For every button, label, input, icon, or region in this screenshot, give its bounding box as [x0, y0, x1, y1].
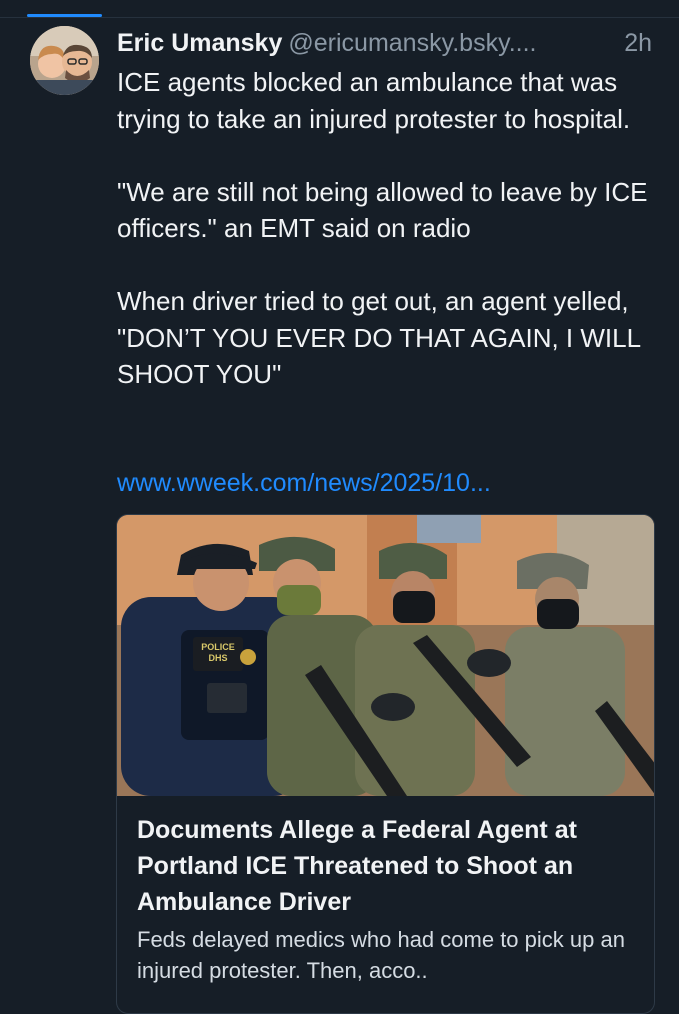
patch-text-dhs: DHS — [208, 653, 227, 663]
card-description: Feds delayed medics who had come to pick… — [137, 927, 625, 983]
author-handle[interactable]: @ericumansky.bsky.... — [288, 29, 536, 57]
external-link[interactable]: www.wweek.com/news/2025/10... — [117, 466, 491, 500]
active-tab-indicator — [27, 14, 102, 17]
post-header: Eric Umansky @ericumansky.bsky.... 2h — [117, 28, 662, 58]
card-image[interactable]: POLICE DHS — [117, 515, 654, 796]
post-text: ICE agents blocked an ambulance that was… — [117, 67, 648, 389]
author-name[interactable]: Eric Umansky — [117, 29, 282, 57]
top-divider — [0, 17, 679, 18]
avatar[interactable] — [30, 26, 99, 95]
link-preview-card[interactable]: POLICE DHS Documents Allege a Federal Ag… — [116, 514, 655, 1014]
avatar-image — [30, 26, 99, 95]
post-timestamp[interactable]: 2h — [624, 28, 652, 58]
post: Eric Umansky @ericumansky.bsky.... 2h ICE… — [0, 0, 679, 1014]
card-title[interactable]: Documents Allege a Federal Agent at Port… — [137, 812, 642, 920]
patch-text-police: POLICE — [201, 642, 235, 652]
card-body: Documents Allege a Federal Agent at Port… — [137, 812, 642, 986]
agents-photo: POLICE DHS — [117, 515, 654, 796]
